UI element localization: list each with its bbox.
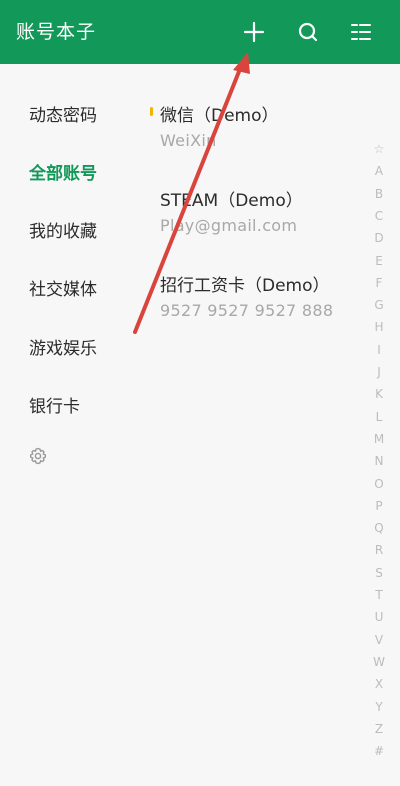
index-letter[interactable]: W [367,655,391,669]
search-icon [298,22,318,42]
index-letter[interactable]: J [367,365,391,379]
sidebar-item-social-media[interactable]: 社交媒体 [29,275,97,300]
index-letter[interactable]: U [367,610,391,624]
index-letter[interactable]: # [367,744,391,758]
sidebar-item-all-accounts[interactable]: 全部账号 [29,159,97,184]
settings-button[interactable] [28,446,48,466]
sidebar-item-favorites[interactable]: 我的收藏 [29,217,97,242]
account-detail: Play@gmail.com [160,216,298,235]
account-detail: WeiXin [160,131,217,150]
index-letter[interactable]: A [367,164,391,178]
menu-button[interactable] [343,14,379,50]
search-button[interactable] [290,14,326,50]
index-letter[interactable]: H [367,320,391,334]
index-letter[interactable]: N [367,454,391,468]
index-letter[interactable]: Z [367,722,391,736]
index-letter[interactable]: P [367,499,391,513]
account-item[interactable]: STEAM（Demo） Play@gmail.com [160,186,360,256]
account-item[interactable]: 微信（Demo） WeiXin [150,101,360,171]
index-letter[interactable]: O [367,477,391,491]
app-bar: 账号本子 [0,0,400,64]
plus-icon [243,21,265,43]
account-name: 微信（Demo） [160,106,279,126]
gear-icon [30,447,46,465]
index-letter[interactable]: I [367,343,391,357]
index-letter[interactable]: K [367,387,391,401]
index-letter[interactable]: ☆ [367,142,391,156]
sidebar-item-games[interactable]: 游戏娱乐 [29,334,97,359]
sidebar-item-bank-card[interactable]: 银行卡 [29,392,80,417]
index-letter[interactable]: T [367,588,391,602]
index-letter[interactable]: V [367,633,391,647]
index-letter[interactable]: Q [367,521,391,535]
index-letter[interactable]: C [367,209,391,223]
index-letter[interactable]: D [367,231,391,245]
index-letter[interactable]: S [367,566,391,580]
account-detail: 9527 9527 9527 888 [160,301,334,320]
pinned-marker [150,107,153,116]
list-menu-icon [351,24,371,40]
category-sidebar: 动态密码 全部账号 我的收藏 社交媒体 游戏娱乐 银行卡 [0,64,140,786]
add-button[interactable] [236,14,272,50]
index-letter[interactable]: L [367,410,391,424]
account-name: STEAM（Demo） [160,191,303,211]
index-letter[interactable]: F [367,276,391,290]
account-item[interactable]: 招行工资卡（Demo） 9527 9527 9527 888 [160,271,360,341]
index-letter[interactable]: X [367,677,391,691]
index-letter[interactable]: Y [367,700,391,714]
index-letter[interactable]: R [367,543,391,557]
index-letter[interactable]: G [367,298,391,312]
index-letter[interactable]: B [367,187,391,201]
sidebar-item-dynamic-password[interactable]: 动态密码 [29,101,97,126]
index-letter[interactable]: M [367,432,391,446]
account-name: 招行工资卡（Demo） [160,276,330,296]
index-letter[interactable]: E [367,254,391,268]
app-title: 账号本子 [16,21,97,43]
